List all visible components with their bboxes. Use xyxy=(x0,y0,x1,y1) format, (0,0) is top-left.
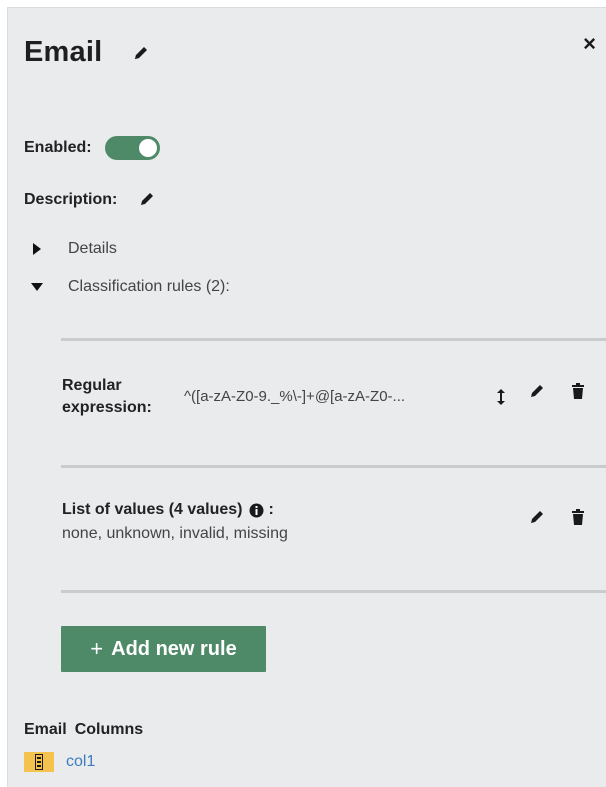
regex-value: ^([a-zA-Z0-9._%\-]+@[a-zA-Z0-... xyxy=(184,388,406,405)
rule-type-label: Regular expression: xyxy=(62,375,152,419)
classification-panel: Email × Enabled: Description: Details Cl… xyxy=(7,7,606,787)
add-new-rule-button[interactable]: + Add new rule xyxy=(61,626,266,672)
sort-icon[interactable] xyxy=(492,388,510,406)
panel-header: Email xyxy=(24,36,150,69)
details-toggle[interactable]: Details xyxy=(30,240,117,258)
enabled-row: Enabled: xyxy=(24,136,160,160)
trash-icon[interactable] xyxy=(569,382,587,400)
description-label: Description: xyxy=(24,191,118,208)
classification-rules-label: Classification rules (2): xyxy=(68,278,230,295)
enabled-toggle[interactable] xyxy=(104,136,160,160)
caret-right-icon xyxy=(30,242,44,256)
enabled-label: Enabled: xyxy=(24,139,92,156)
column-type-icon xyxy=(24,752,54,772)
divider xyxy=(61,590,606,593)
close-button[interactable]: × xyxy=(583,33,596,55)
trash-icon[interactable] xyxy=(569,508,587,526)
list-rule-label: List of values (4 values) xyxy=(62,501,243,518)
pencil-icon[interactable] xyxy=(528,508,546,526)
description-row: Description: xyxy=(24,191,157,209)
columns-heading-label: Columns xyxy=(74,721,144,738)
details-label: Details xyxy=(68,240,117,257)
plus-icon: + xyxy=(90,636,104,661)
panel-title: Email xyxy=(24,36,103,68)
add-new-rule-label: Add new rule xyxy=(111,637,237,660)
column-item[interactable]: col1 xyxy=(24,752,95,772)
divider xyxy=(61,465,606,468)
list-rule-colon: : xyxy=(268,501,274,518)
classification-rules-toggle[interactable]: Classification rules (2): xyxy=(30,278,230,296)
divider xyxy=(61,338,606,341)
pencil-icon[interactable] xyxy=(139,191,157,209)
toggle-knob xyxy=(138,139,157,157)
list-rule-values: none, unknown, invalid, missing xyxy=(62,525,288,542)
pencil-icon[interactable] xyxy=(132,44,150,62)
columns-heading-type: Email xyxy=(24,721,67,738)
caret-down-icon xyxy=(30,280,44,294)
rule-type-line2: expression: xyxy=(62,399,152,416)
columns-heading: Email Columns xyxy=(24,721,143,739)
list-rule-title: List of values (4 values) : xyxy=(62,501,274,519)
column-name-link[interactable]: col1 xyxy=(66,753,95,771)
pencil-icon[interactable] xyxy=(528,382,546,400)
rule-type-line1: Regular xyxy=(62,377,122,394)
info-icon[interactable] xyxy=(249,503,264,518)
